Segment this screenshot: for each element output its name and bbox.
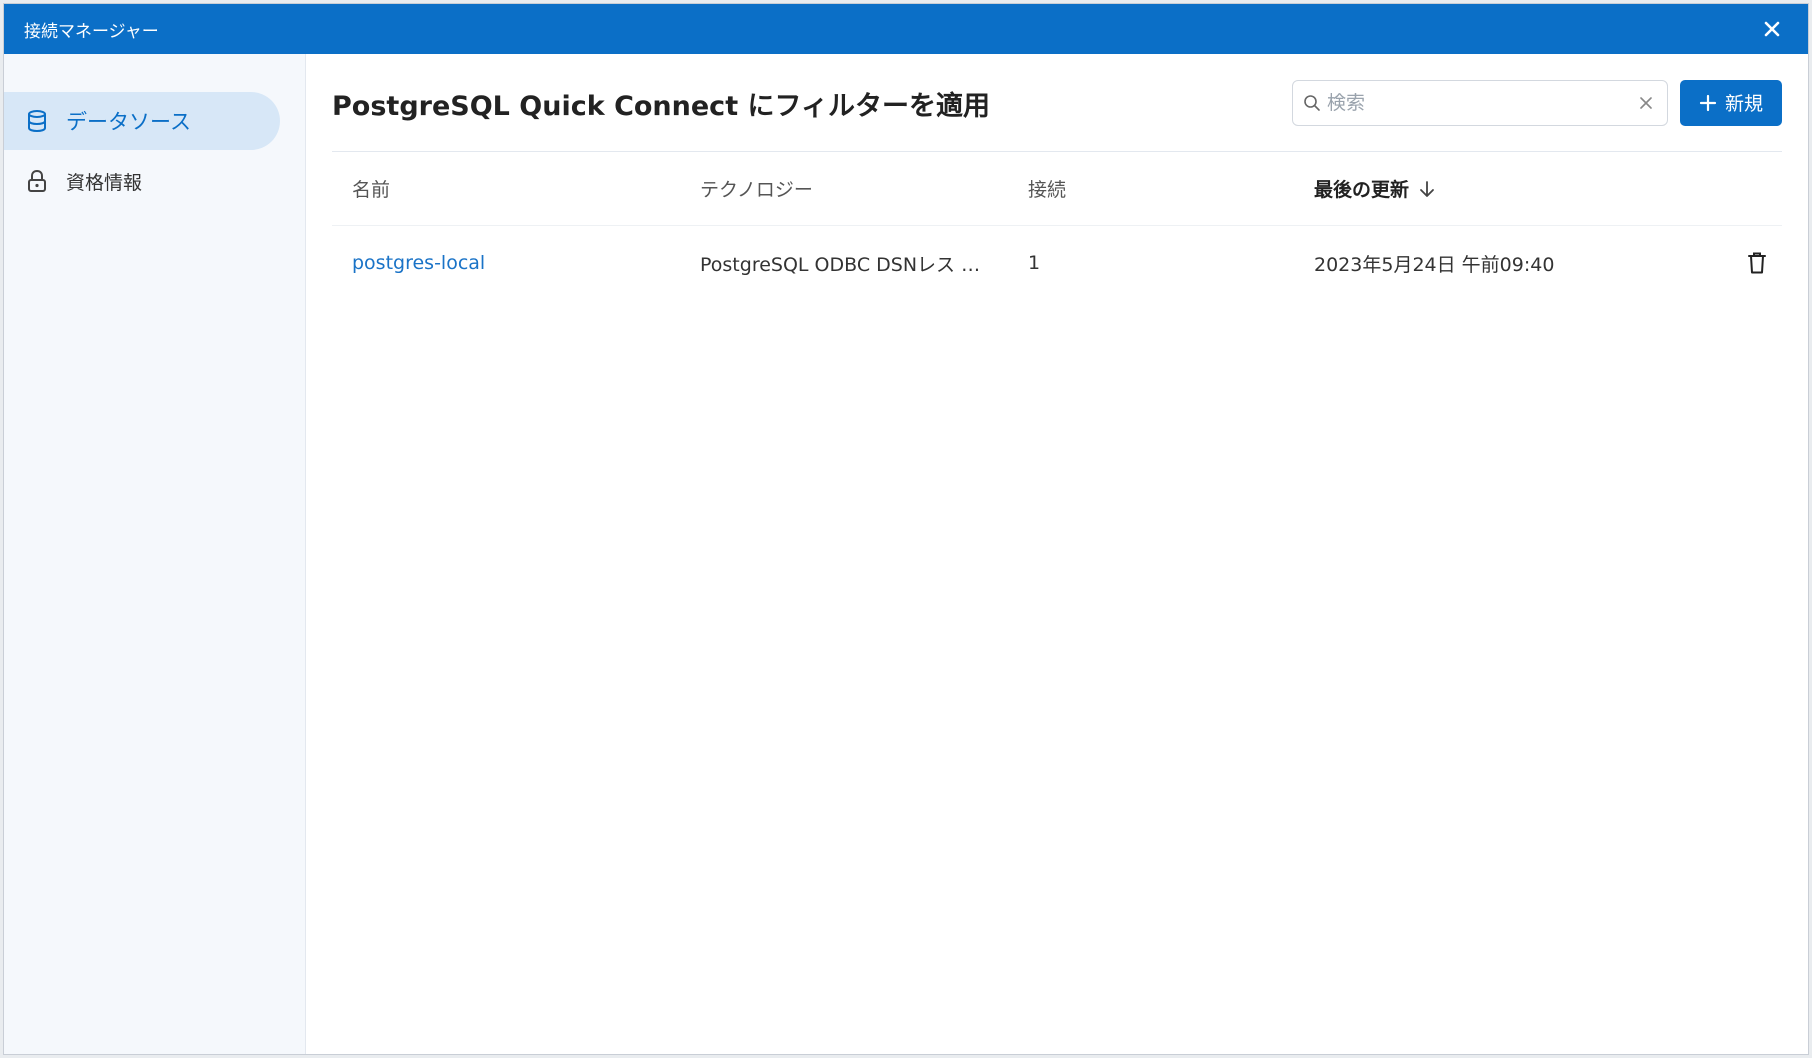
window-body: データソース 資格情報 PostgreSQL Quick Connect にフィ… [4,54,1808,1054]
lock-icon [26,168,52,194]
table-header: 名前 テクノロジー 接続 最後の更新 [332,152,1782,226]
trash-icon [1748,252,1766,274]
main-content: PostgreSQL Quick Connect にフィルターを適用 検索 新規… [306,54,1808,1054]
search-input[interactable] [1327,91,1635,114]
connection-manager-window: 接続マネージャー データソース 資格情報 PostgreSQL Quick Co… [3,3,1809,1055]
cell-last-updated: 2023年5月24日 午前09:40 [1314,253,1555,276]
sidebar-item-data-sources[interactable]: データソース [4,92,280,150]
database-icon [26,108,52,134]
window-title: 接続マネージャー [24,21,159,42]
plus-icon [1699,94,1717,112]
sidebar-item-credentials[interactable]: 資格情報 [4,152,280,210]
new-button-label: 新規 [1724,93,1763,115]
cell-connections: 1 [1028,252,1041,274]
column-header-label: 最後の更新 [1314,179,1410,201]
new-button[interactable]: 新規 [1680,79,1782,126]
close-icon [1764,21,1780,37]
search-box [1292,79,1668,126]
search-icon [1304,94,1320,111]
page-title: PostgreSQL Quick Connect にフィルターを適用 [332,91,990,122]
data-source-table: 名前 テクノロジー 接続 最後の更新 postgres-local Postgr… [332,152,1782,300]
clear-search-button[interactable] [1635,92,1657,114]
sort-descending-icon [1419,180,1435,198]
header-row: PostgreSQL Quick Connect にフィルターを適用 検索 新規 [332,54,1782,152]
column-header-last-updated[interactable]: 最後の更新 [1314,175,1732,202]
column-header-technology[interactable]: テクノロジー [700,175,1028,202]
close-button[interactable] [1758,15,1786,43]
close-icon [1640,96,1652,109]
column-header-name[interactable]: 名前 [332,175,700,202]
data-source-link[interactable]: postgres-local [352,252,485,274]
header-actions: 新規 [1292,79,1782,126]
cell-actions [1732,251,1782,275]
cell-name: postgres-local [332,252,700,274]
column-header-connections[interactable]: 接続 [1028,175,1314,202]
table-row[interactable]: postgres-local PostgreSQL ODBC DSNレス … 1… [332,226,1782,300]
sidebar-item-label: データソース [66,110,191,134]
sidebar: データソース 資格情報 [4,54,306,1054]
title-bar: 接続マネージャー [4,4,1808,54]
sidebar-item-label: 資格情報 [66,171,143,194]
cell-technology: PostgreSQL ODBC DSNレス … [700,253,981,276]
delete-button[interactable] [1747,251,1767,275]
